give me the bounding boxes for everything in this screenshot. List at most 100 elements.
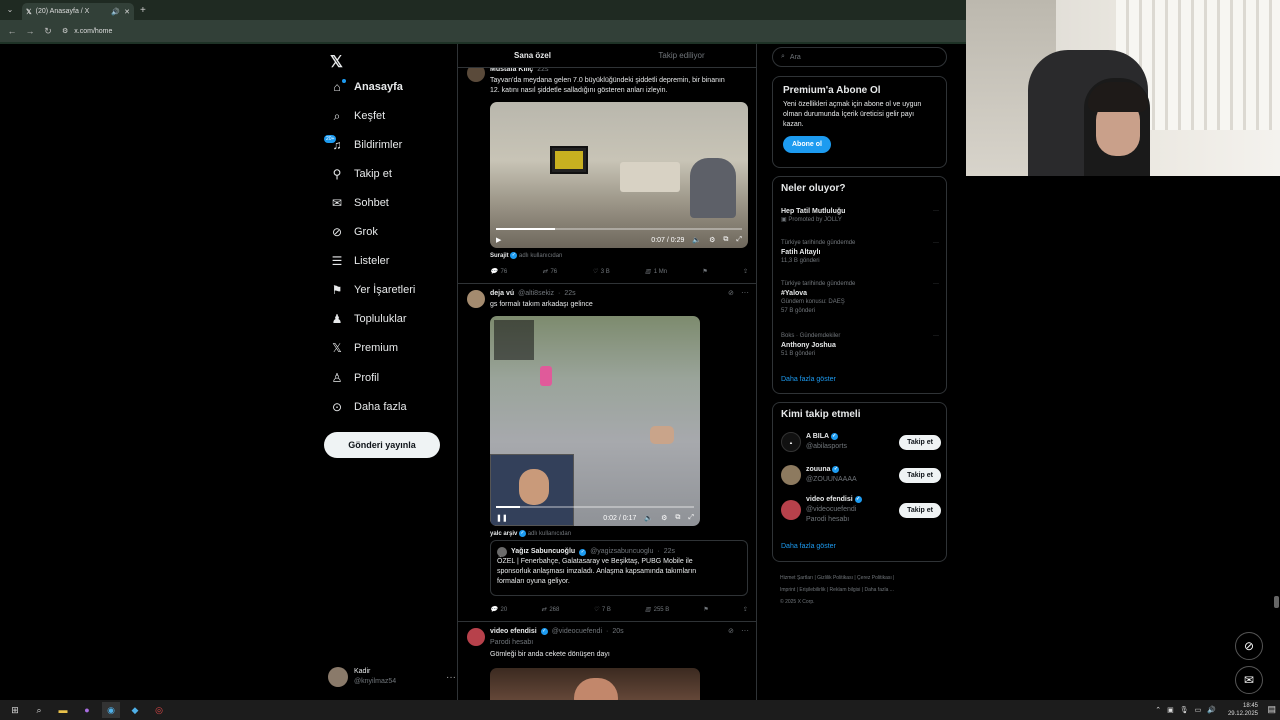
post-avatar[interactable] bbox=[467, 628, 485, 646]
follow-suggestion[interactable]: zouuna ✓ @ZOUUNAAAA Takip et bbox=[781, 462, 941, 488]
post-avatar[interactable] bbox=[467, 290, 485, 308]
video-player-shirt[interactable] bbox=[490, 668, 700, 700]
share-icon[interactable]: ⇪ bbox=[743, 268, 748, 275]
fullscreen-icon[interactable]: ⤢ bbox=[688, 514, 694, 522]
reply-button[interactable]: 💬 76 bbox=[490, 268, 507, 276]
pip-icon[interactable]: ⧉ bbox=[723, 236, 728, 244]
nav-item-follow[interactable]: ⚲ Takip et bbox=[330, 162, 392, 186]
forward-icon[interactable]: → bbox=[24, 26, 36, 36]
grok-icon[interactable]: ⊘ bbox=[728, 627, 734, 635]
play-icon[interactable]: ▶ bbox=[496, 236, 501, 244]
taskbar-clock[interactable]: 18:45 29.12.2025 bbox=[1228, 702, 1258, 718]
post-earthquake[interactable]: Mustafa Kılıç 22s Tayvan'da meydana gele… bbox=[458, 64, 756, 284]
nav-item-notifications[interactable]: ♫ 20+ Bildirimler bbox=[324, 133, 402, 157]
more-horizontal-icon[interactable]: ··· bbox=[933, 239, 939, 248]
chevron-up-icon[interactable]: ⌃ bbox=[1155, 706, 1161, 714]
app-icon[interactable]: ◆ bbox=[126, 702, 144, 718]
app-icon[interactable]: ● bbox=[78, 702, 96, 718]
repost-attribution[interactable]: Surajit ✓ adlı kullanıcıdan bbox=[490, 252, 562, 259]
more-horizontal-icon[interactable]: ··· bbox=[933, 207, 939, 216]
more-horizontal-icon[interactable]: ··· bbox=[446, 672, 456, 683]
grok-float-button[interactable]: ⊘ bbox=[1235, 632, 1263, 660]
follow-suggestion[interactable]: ▲ A BILA ✓ @abilasports Takip et bbox=[781, 429, 941, 455]
new-tab-icon[interactable]: + bbox=[140, 5, 146, 16]
repost-button[interactable]: ⇄ 76 bbox=[542, 268, 557, 276]
nav-item-more[interactable]: ⊙ Daha fazla bbox=[330, 395, 407, 419]
views-button[interactable]: ▥ 1 Mn bbox=[645, 268, 667, 276]
nav-item-premium[interactable]: 𝕏 Premium bbox=[330, 336, 398, 360]
trend-item[interactable]: Boks · Gündemdekiler Anthony Joshua 51 B… bbox=[781, 332, 939, 359]
repost-attribution[interactable]: yalc arşiv ✓ adlı kullanıcıdan bbox=[490, 530, 571, 537]
notifications-icon[interactable]: ▤ bbox=[1267, 704, 1276, 715]
post-author-handle[interactable]: @alti8sekiz bbox=[518, 290, 554, 297]
more-horizontal-icon[interactable]: ··· bbox=[741, 288, 749, 297]
grok-icon[interactable]: ⊘ bbox=[728, 289, 734, 297]
trend-item[interactable]: Türkiye tarihinde gündemde #Yalova Günde… bbox=[781, 280, 939, 316]
bookmark-button[interactable]: ⚑ bbox=[702, 268, 707, 275]
nav-item-home[interactable]: ⌂ Anasayfa bbox=[330, 75, 403, 99]
video-player-pubg[interactable]: ❚❚ 0:02 / 0:17 🔈 ⚙ ⧉ ⤢ bbox=[490, 316, 700, 526]
follow-button[interactable]: Takip et bbox=[899, 467, 941, 483]
who-show-more-link[interactable]: Daha fazla göster bbox=[781, 543, 836, 550]
mic-icon[interactable]: 🎙 bbox=[1180, 706, 1189, 714]
footer-line2[interactable]: Imprint | Erişilebilirlik | Reklam bilgi… bbox=[780, 584, 945, 596]
reload-icon[interactable]: ↻ bbox=[42, 26, 54, 37]
trend-item[interactable]: Türkiye tarihinde gündemde Fatih Altaylı… bbox=[781, 239, 939, 266]
network-icon[interactable]: ▭ bbox=[1195, 706, 1202, 714]
tray-app-icon[interactable]: ▣ bbox=[1167, 706, 1174, 714]
nav-item-profile[interactable]: ♙ Profil bbox=[330, 366, 379, 390]
like-button[interactable]: ♡ 7 B bbox=[593, 606, 610, 614]
follow-button[interactable]: Takip et bbox=[899, 502, 941, 518]
settings-icon[interactable]: ⚙ bbox=[661, 514, 667, 522]
browser-tab[interactable]: 𝕏 (20) Anasayfa / X 🔊 ✕ bbox=[22, 3, 134, 20]
tab-search-icon[interactable]: ⌄ bbox=[4, 4, 16, 16]
repost-button[interactable]: ⇄ 268 bbox=[541, 606, 559, 614]
nav-item-chat[interactable]: ✉ Sohbet bbox=[330, 191, 389, 215]
post-author-name[interactable]: deja vú bbox=[490, 290, 514, 297]
volume-icon[interactable]: 🔈 bbox=[692, 236, 701, 244]
back-icon[interactable]: ← bbox=[6, 26, 18, 36]
app-icon[interactable]: ◎ bbox=[150, 702, 168, 718]
nav-item-grok[interactable]: ⊘ Grok bbox=[330, 220, 378, 244]
nav-item-explore[interactable]: ⌕ Keşfet bbox=[330, 104, 386, 128]
bookmark-button[interactable]: ⚑ bbox=[703, 606, 708, 613]
tab-close-icon[interactable]: ✕ bbox=[124, 8, 130, 16]
views-button[interactable]: ▥ 255 B bbox=[645, 606, 669, 614]
browser-icon[interactable]: ◉ bbox=[102, 702, 120, 718]
more-horizontal-icon[interactable]: ··· bbox=[741, 626, 749, 635]
video-progress-bar[interactable] bbox=[496, 228, 742, 230]
site-info-icon[interactable]: ⚙ bbox=[62, 27, 68, 35]
tab-for-you[interactable]: Sana özel bbox=[458, 44, 607, 67]
pause-icon[interactable]: ❚❚ bbox=[496, 514, 508, 522]
url-field[interactable]: ⚙ x.com/home bbox=[62, 27, 112, 36]
page-scrollbar[interactable] bbox=[1274, 596, 1279, 608]
share-icon[interactable]: ⇪ bbox=[743, 606, 748, 613]
more-horizontal-icon[interactable]: ··· bbox=[933, 332, 939, 341]
subscribe-button[interactable]: Abone ol bbox=[783, 136, 831, 153]
tab-following[interactable]: Takip ediliyor bbox=[607, 44, 756, 67]
x-logo-icon[interactable]: 𝕏 bbox=[330, 52, 343, 72]
account-switcher[interactable]: Kadir @knyilmaz54 ··· bbox=[328, 664, 456, 690]
trends-show-more-link[interactable]: Daha fazla göster bbox=[781, 376, 836, 383]
follow-button[interactable]: Takip et bbox=[899, 434, 941, 450]
nav-item-communities[interactable]: ♟ Topluluklar bbox=[330, 307, 407, 331]
volume-icon[interactable]: 🔈 bbox=[644, 514, 653, 522]
post-shirt[interactable]: video efendisi ✓ @videocuefendi · 20s ⊘ … bbox=[458, 622, 756, 700]
video-player-earthquake[interactable]: ▶ 0:07 / 0:29 🔈 ⚙ ⧉ ⤢ bbox=[490, 102, 748, 248]
reply-button[interactable]: 💬 20 bbox=[490, 606, 507, 614]
post-author-handle[interactable]: @videocuefendi bbox=[552, 628, 602, 635]
footer-line1[interactable]: Hizmet Şartları | Gizlilik Politikası | … bbox=[780, 572, 945, 584]
search-input[interactable]: ⌕ Ara bbox=[772, 47, 947, 67]
audio-icon[interactable]: 🔊 bbox=[111, 8, 120, 16]
windows-start-icon[interactable]: ⊞ bbox=[6, 702, 24, 718]
messages-float-button[interactable]: ✉ bbox=[1235, 666, 1263, 694]
volume-icon[interactable]: 🔊 bbox=[1207, 706, 1216, 714]
like-button[interactable]: ♡ 3 B bbox=[592, 268, 609, 276]
nav-item-lists[interactable]: ☰ Listeler bbox=[330, 249, 390, 273]
post-pubg[interactable]: deja vú @alti8sekiz · 22s ⊘ ··· gs forma… bbox=[458, 284, 756, 622]
trend-item[interactable]: Hep Tatil Mutluluğu ▣ Promoted by JOLLY … bbox=[781, 207, 939, 225]
post-button[interactable]: Gönderi yayınla bbox=[324, 432, 440, 458]
quoted-post[interactable]: Yağız Sabuncuoğlu ✓ @yagizsabuncuoglu · … bbox=[490, 540, 748, 596]
follow-suggestion[interactable]: video efendisi ✓ @videocuefendi Parodi h… bbox=[781, 495, 941, 525]
nav-item-bookmarks[interactable]: ⚑ Yer İşaretleri bbox=[330, 278, 416, 302]
